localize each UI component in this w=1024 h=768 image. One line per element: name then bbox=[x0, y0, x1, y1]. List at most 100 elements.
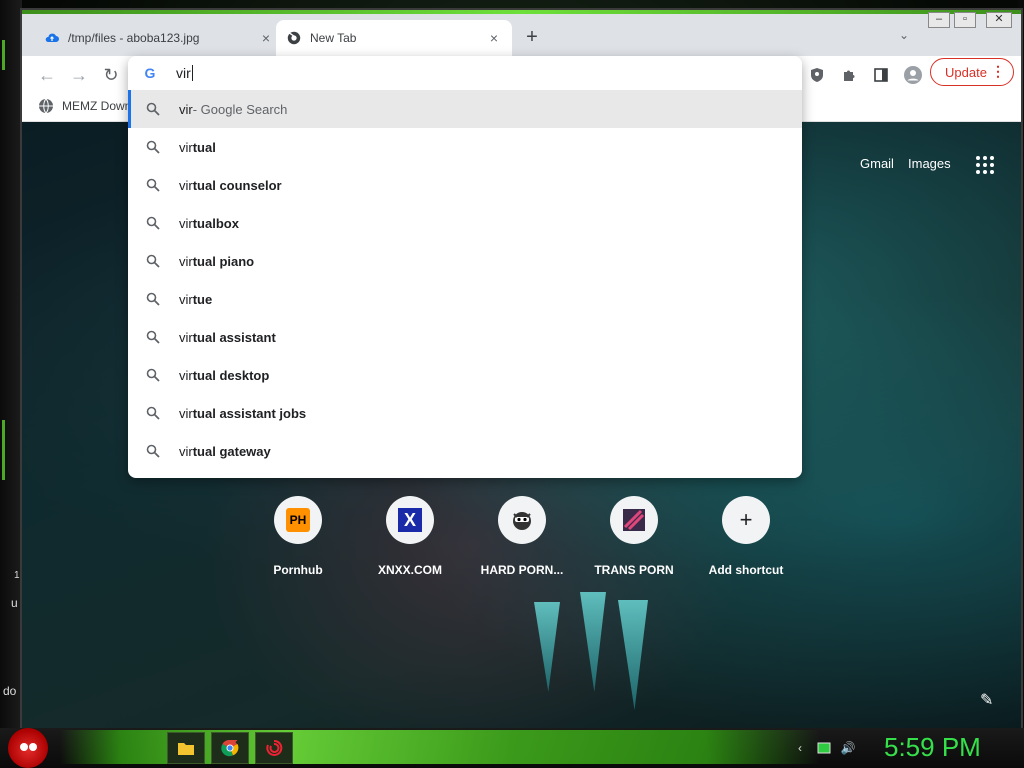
omnibox-suggestion[interactable]: vir tue bbox=[128, 280, 802, 318]
omnibox-suggestion[interactable]: vir tual bbox=[128, 128, 802, 166]
cursor-busy-icon bbox=[286, 30, 302, 46]
tab-search-chevron-icon[interactable]: ⌄ bbox=[894, 28, 914, 48]
profile-avatar-icon[interactable] bbox=[902, 64, 924, 86]
taskbar: ‹ 🔊 5:59 PM bbox=[0, 728, 1024, 768]
bookmark-memz[interactable]: MEMZ Down bbox=[38, 98, 131, 114]
add-shortcut-button[interactable]: + Add shortcut bbox=[690, 496, 802, 577]
reload-icon[interactable]: ↻ bbox=[100, 64, 122, 86]
omnibox-suggestion[interactable]: vir - Google Search bbox=[128, 90, 802, 128]
suggestion-prefix: vir bbox=[179, 177, 193, 193]
volume-icon[interactable]: 🔊 bbox=[840, 740, 856, 756]
gmail-link[interactable]: Gmail bbox=[860, 156, 894, 171]
desktop: u do 1 /tmp/files - aboba123.jpg × New T… bbox=[0, 0, 1024, 768]
shortcut-label: Pornhub bbox=[273, 563, 323, 577]
taskbar-clock[interactable]: 5:59 PM bbox=[884, 732, 981, 763]
omnibox-suggestion[interactable]: vir tual gateway bbox=[128, 432, 802, 470]
search-icon bbox=[146, 406, 160, 420]
maximize-button[interactable]: ▫ bbox=[954, 12, 976, 28]
suggestion-prefix: vir bbox=[179, 101, 193, 117]
search-icon bbox=[146, 102, 160, 116]
site-logo-icon bbox=[623, 509, 645, 531]
back-icon[interactable]: ← bbox=[36, 64, 58, 86]
suggestion-completion: tual gateway bbox=[192, 443, 271, 459]
green-stripe bbox=[2, 40, 5, 70]
google-apps-icon[interactable] bbox=[976, 156, 994, 174]
tab-close-button[interactable]: × bbox=[486, 30, 502, 46]
suggestion-prefix: vir bbox=[179, 367, 193, 383]
omnibox-input[interactable]: G vir bbox=[128, 56, 802, 90]
omnibox-suggestion[interactable]: vir tual assistant bbox=[128, 318, 802, 356]
update-label: Update bbox=[945, 64, 987, 80]
shortcut-icon-circle: + bbox=[722, 496, 770, 544]
forward-icon[interactable]: → bbox=[68, 64, 90, 86]
puzzle-extensions-icon[interactable] bbox=[838, 64, 860, 86]
tab-strip: /tmp/files - aboba123.jpg × New Tab × + … bbox=[22, 10, 1021, 56]
shortcut-xnxx[interactable]: X XNXX.COM bbox=[354, 496, 466, 577]
globe-icon bbox=[39, 98, 53, 114]
bookmark-label: MEMZ Down bbox=[62, 99, 132, 113]
shortcut-icon-circle: PH bbox=[274, 496, 322, 544]
x-logo-icon: X bbox=[398, 508, 422, 532]
start-button-angry-bird-icon[interactable] bbox=[8, 728, 48, 768]
tab-title: /tmp/files - aboba123.jpg bbox=[68, 31, 200, 45]
omnibox-suggestion[interactable]: vir tual desktop bbox=[128, 356, 802, 394]
raccoon-icon bbox=[513, 512, 531, 530]
shortcut-pornhub[interactable]: PH Pornhub bbox=[242, 496, 354, 577]
desktop-label: u bbox=[11, 596, 18, 610]
update-button[interactable]: Update ⋮ bbox=[930, 58, 1014, 86]
suggestion-prefix: vir bbox=[179, 215, 193, 231]
suggestion-completion: tual assistant bbox=[192, 329, 276, 345]
suggestion-prefix: vir bbox=[179, 443, 193, 459]
shortcut-icon-circle: X bbox=[386, 496, 434, 544]
search-icon bbox=[146, 292, 160, 306]
bird-eye bbox=[20, 743, 28, 751]
chrome-taskbar-icon[interactable] bbox=[211, 732, 249, 764]
shortcut-hard-porn[interactable]: HARD PORN... bbox=[466, 496, 578, 577]
suggestion-prefix: vir bbox=[179, 139, 193, 155]
tray-chevron-icon[interactable]: ‹ bbox=[792, 740, 808, 756]
search-icon bbox=[146, 140, 160, 154]
suggestion-completion: tual assistant jobs bbox=[192, 405, 307, 421]
omnibox-suggestion[interactable]: vir tual assistant jobs bbox=[128, 394, 802, 432]
shortcut-label: Add shortcut bbox=[708, 563, 784, 577]
shield-extension-icon[interactable] bbox=[806, 64, 828, 86]
suggestion-prefix: vir bbox=[179, 405, 193, 421]
new-tab-button[interactable]: + bbox=[520, 26, 544, 50]
swirl-app-icon[interactable] bbox=[255, 732, 293, 764]
omnibox-suggestion[interactable]: vir tual counselor bbox=[128, 166, 802, 204]
search-icon bbox=[146, 368, 160, 382]
search-icon bbox=[146, 216, 160, 230]
background-art bbox=[580, 592, 606, 692]
window-glow bbox=[22, 10, 1021, 14]
desktop-left-edge bbox=[0, 0, 22, 730]
suggestion-completion: tualbox bbox=[192, 215, 239, 231]
omnibox-suggestion[interactable]: vir tual piano bbox=[128, 242, 802, 280]
tab-close-button[interactable]: × bbox=[258, 30, 274, 46]
window-close-button[interactable]: ✕ bbox=[986, 12, 1012, 28]
suggestion-completion: tual counselor bbox=[192, 177, 282, 193]
browser-window: /tmp/files - aboba123.jpg × New Tab × + … bbox=[20, 8, 1023, 728]
omnibox-suggestion[interactable]: vir tualbox bbox=[128, 204, 802, 242]
images-link[interactable]: Images bbox=[908, 156, 951, 171]
file-explorer-icon[interactable] bbox=[167, 732, 205, 764]
omnibox-query: vir bbox=[176, 65, 191, 81]
cloud-upload-icon bbox=[44, 30, 60, 46]
side-panel-icon[interactable] bbox=[870, 64, 892, 86]
desktop-label: do bbox=[3, 684, 17, 698]
suggestion-suffix: - Google Search bbox=[192, 101, 288, 117]
suggestion-completion: tual piano bbox=[192, 253, 255, 269]
desktop-label: 1 bbox=[14, 570, 20, 581]
minimize-button[interactable]: – bbox=[928, 12, 950, 28]
shortcut-trans-porn[interactable]: TRANS PORN bbox=[578, 496, 690, 577]
kebab-menu-icon[interactable]: ⋮ bbox=[991, 63, 1005, 80]
suggestion-prefix: vir bbox=[179, 291, 193, 307]
suggestion-completion: tue bbox=[192, 291, 213, 307]
battery-icon[interactable] bbox=[816, 740, 832, 756]
suggestion-completion: tual desktop bbox=[192, 367, 270, 383]
plus-icon: + bbox=[739, 507, 753, 532]
suggestion-prefix: vir bbox=[179, 329, 193, 345]
tab-tmp-files[interactable]: /tmp/files - aboba123.jpg × bbox=[34, 20, 284, 56]
customize-pencil-icon[interactable]: ✎ bbox=[980, 690, 993, 710]
tab-new-tab[interactable]: New Tab × bbox=[276, 20, 512, 56]
google-g-icon: G bbox=[144, 65, 156, 81]
